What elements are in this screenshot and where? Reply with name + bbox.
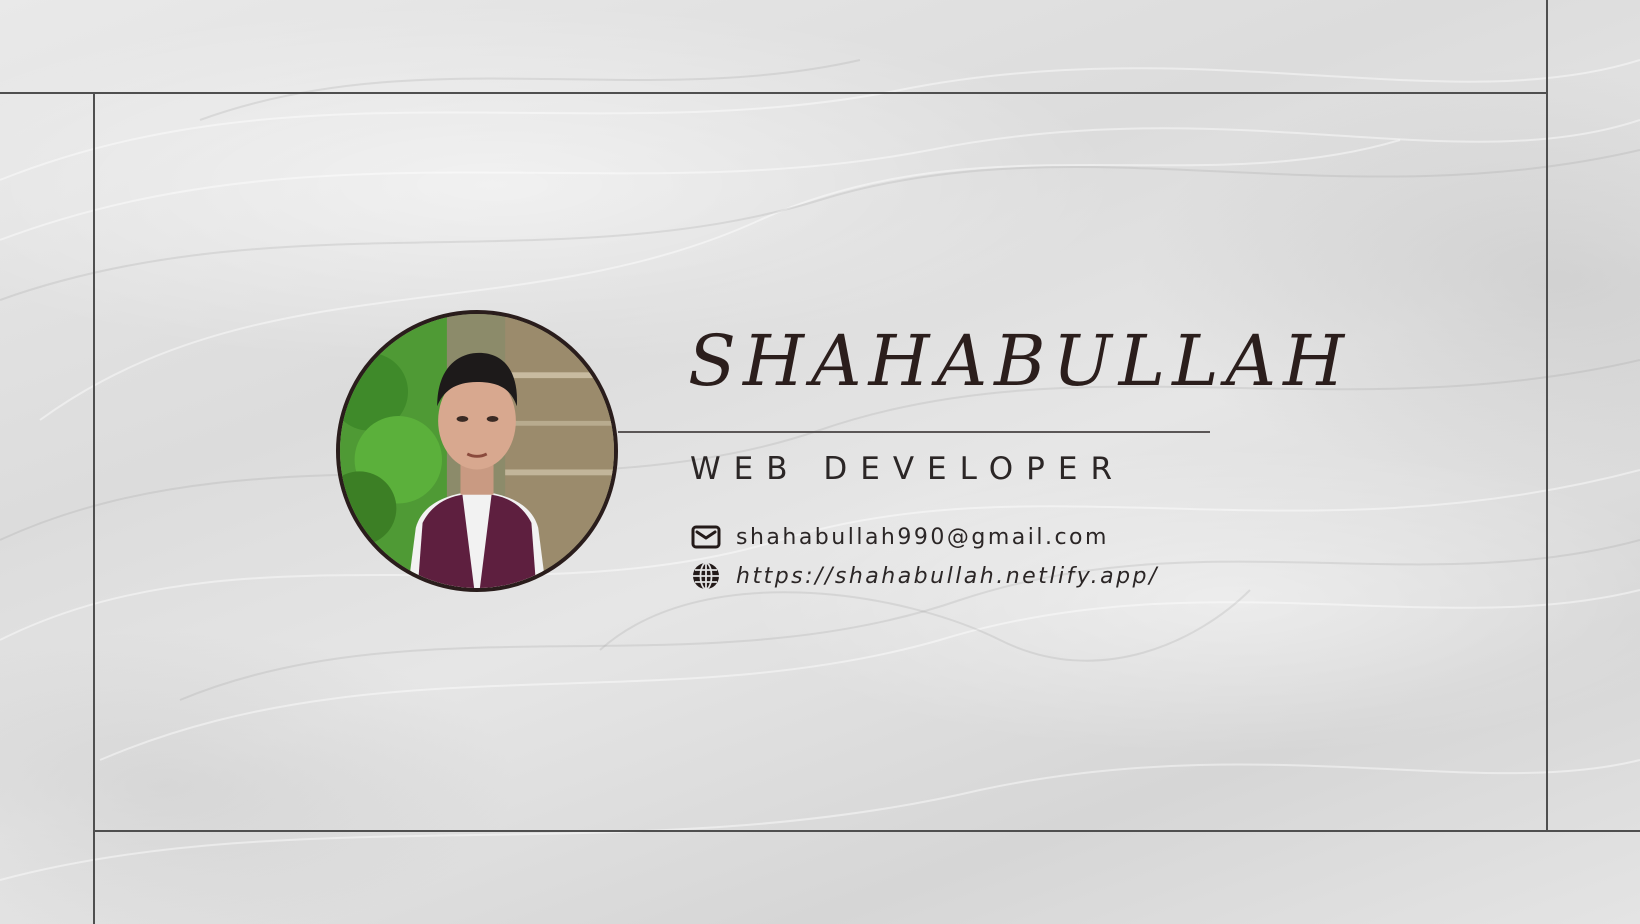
frame-line-top [0, 92, 1548, 94]
profile-photo-illustration [340, 314, 614, 588]
mail-icon [690, 521, 722, 553]
email-link[interactable]: shahabullah990@gmail.com [736, 525, 1109, 550]
globe-icon [690, 560, 722, 592]
frame-line-right [1546, 0, 1548, 831]
website-link[interactable]: https://shahabullah.netlify.app/ [736, 564, 1159, 589]
name-divider [618, 431, 1210, 433]
frame-line-left [93, 92, 95, 924]
email-row[interactable]: shahabullah990@gmail.com [690, 521, 1109, 553]
frame-line-bottom [93, 830, 1640, 832]
profile-photo [336, 310, 618, 592]
job-title: WEB DEVELOPER [690, 451, 1125, 487]
person-name: SHAHABULLAH [688, 320, 1352, 402]
website-row[interactable]: https://shahabullah.netlify.app/ [690, 560, 1159, 592]
